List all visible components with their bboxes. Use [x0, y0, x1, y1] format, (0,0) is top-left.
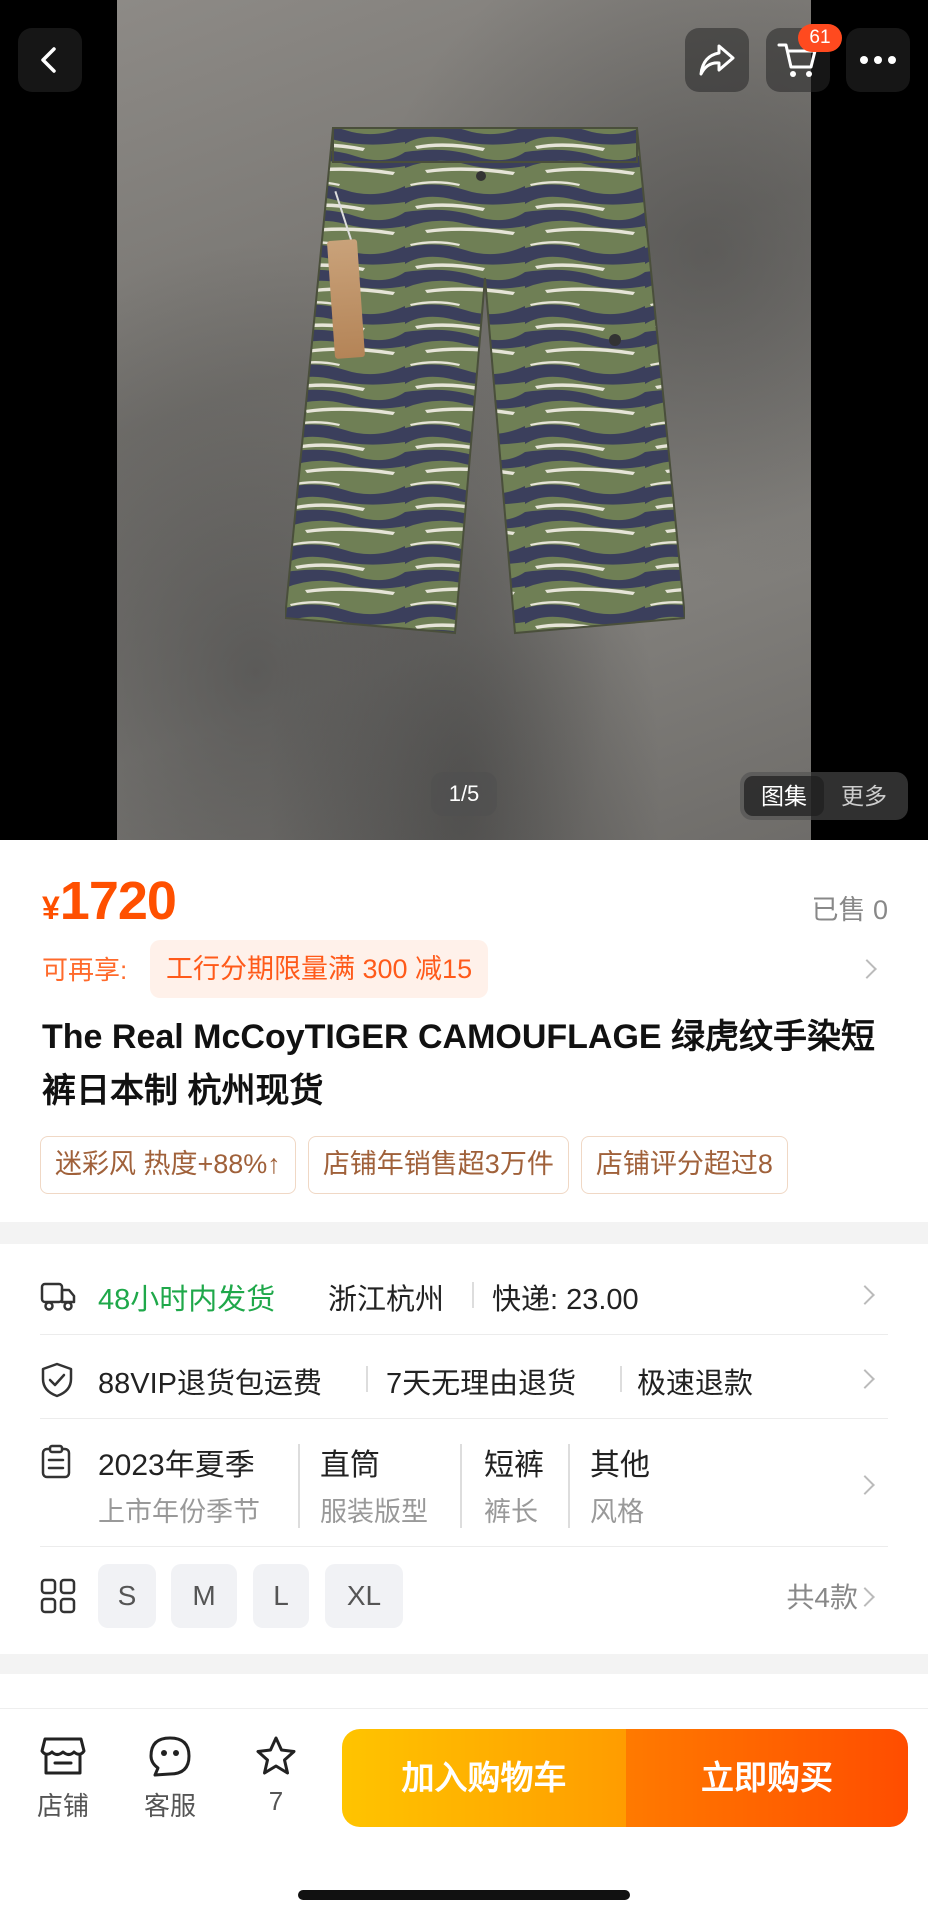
buy-now-button[interactable]: 立即购买	[626, 1729, 908, 1827]
divider	[298, 1444, 300, 1528]
divider	[568, 1444, 570, 1528]
attr-fit-key: 服装版型	[320, 1497, 428, 1527]
currency-symbol: ¥	[42, 890, 60, 926]
product-image-gallery[interactable]: 61 1/5 图集 更多	[0, 0, 928, 840]
favorite-button[interactable]: 7	[231, 1735, 321, 1817]
chevron-left-icon	[41, 47, 56, 73]
sold-count: 已售 0	[811, 895, 888, 925]
product-info-card: ¥1720 已售 0 可再享: 工行分期限量满 300 减15 The Real…	[0, 840, 928, 1222]
cart-button[interactable]: 61	[766, 24, 842, 92]
divider	[40, 1418, 888, 1419]
store-icon	[40, 1737, 86, 1775]
chevron-right-icon[interactable]	[855, 1475, 875, 1495]
bottom-action-bar: 店铺 客服 7 加入购物车 立即购买	[0, 1708, 928, 1920]
shield-check-icon	[41, 1362, 73, 1398]
product-photo[interactable]	[117, 0, 811, 840]
shipping-row[interactable]: 48小时内发货 浙江杭州 快递: 23.00	[40, 1276, 888, 1326]
store-button[interactable]: 店铺	[18, 1735, 108, 1823]
grid-icon	[40, 1578, 76, 1614]
image-counter: 1/5	[431, 772, 497, 816]
size-option-s[interactable]: S	[98, 1564, 156, 1628]
share-icon	[699, 44, 735, 76]
chip-sales[interactable]: 店铺年销售超3万件	[307, 1136, 569, 1194]
divider	[472, 1282, 474, 1308]
divider	[40, 1334, 888, 1335]
shipping-fee: 快递: 23.00	[492, 1284, 639, 1316]
service-7day-return: 7天无理由退货	[386, 1368, 577, 1400]
more-button[interactable]	[846, 28, 910, 92]
share-button[interactable]	[685, 28, 749, 92]
service-return-shipping: 88VIP退货包运费	[98, 1368, 322, 1400]
chevron-right-icon[interactable]	[855, 1587, 875, 1607]
gallery-switch[interactable]: 图集 更多	[740, 772, 908, 820]
chevron-right-icon[interactable]	[855, 1369, 875, 1389]
chevron-right-icon[interactable]	[855, 1285, 875, 1305]
ship-from-location: 浙江杭州	[328, 1284, 445, 1316]
star-icon	[256, 1736, 296, 1775]
service-fast-refund: 极速退款	[637, 1368, 754, 1400]
promo-label: 可再享:	[42, 955, 128, 985]
store-label: 店铺	[36, 1791, 89, 1821]
tab-gallery[interactable]: 图集	[744, 776, 824, 816]
chat-icon	[149, 1736, 191, 1777]
chip-rating[interactable]: 店铺评分超过8	[580, 1136, 788, 1194]
service-label: 客服	[143, 1791, 196, 1821]
price-value: 1720	[59, 871, 177, 931]
back-button[interactable]	[18, 28, 82, 92]
attr-season-key: 上市年份季节	[98, 1497, 260, 1527]
cart-count-badge: 61	[798, 24, 842, 52]
price: ¥1720	[42, 870, 177, 932]
size-option-xl[interactable]: XL	[325, 1564, 403, 1628]
favorite-count: 7	[268, 1786, 284, 1816]
home-indicator[interactable]	[298, 1890, 630, 1900]
tab-more[interactable]: 更多	[824, 776, 904, 816]
shipping-time: 48小时内发货	[98, 1284, 276, 1316]
highlight-chips: 迷彩风 热度+88%↑ 店铺年销售超3万件 店铺评分超过8	[40, 1136, 888, 1196]
attr-season-value: 2023年夏季	[98, 1449, 255, 1482]
size-selector-row[interactable]: S M L XL 共4款	[40, 1564, 888, 1628]
clipboard-icon	[41, 1444, 71, 1479]
variant-count: 共4款	[786, 1582, 858, 1613]
attr-style-key: 风格	[590, 1497, 644, 1527]
size-option-m[interactable]: M	[171, 1564, 237, 1628]
attributes-row[interactable]: 2023年夏季 上市年份季节 直筒 服装版型 短裤 裤长 其他 风格	[40, 1440, 888, 1536]
attr-style-value: 其他	[590, 1449, 650, 1482]
product-details-card: 48小时内发货 浙江杭州 快递: 23.00 88VIP退货包运费 7天无理由退…	[0, 1244, 928, 1654]
chevron-right-icon[interactable]	[857, 959, 877, 979]
camouflage-shorts-image	[285, 127, 685, 635]
promo-chip[interactable]: 工行分期限量满 300 减15	[150, 940, 489, 998]
product-title: The Real McCoyTIGER CAMOUFLAGE 绿虎纹手染短裤日本…	[42, 1018, 876, 1110]
divider	[40, 1546, 888, 1547]
attr-fit-value: 直筒	[320, 1449, 380, 1482]
divider	[460, 1444, 462, 1528]
chip-trend[interactable]: 迷彩风 热度+88%↑	[40, 1136, 296, 1194]
attr-length-key: 裤长	[484, 1497, 538, 1527]
services-row[interactable]: 88VIP退货包运费 7天无理由退货 极速退款	[40, 1360, 888, 1410]
add-to-cart-button[interactable]: 加入购物车	[342, 1729, 626, 1827]
size-option-l[interactable]: L	[253, 1564, 309, 1628]
divider	[620, 1366, 622, 1392]
delivery-truck-icon	[40, 1282, 76, 1311]
customer-service-button[interactable]: 客服	[125, 1735, 215, 1823]
more-dots-icon	[860, 56, 896, 64]
attr-length-value: 短裤	[484, 1449, 544, 1482]
divider	[366, 1366, 368, 1392]
